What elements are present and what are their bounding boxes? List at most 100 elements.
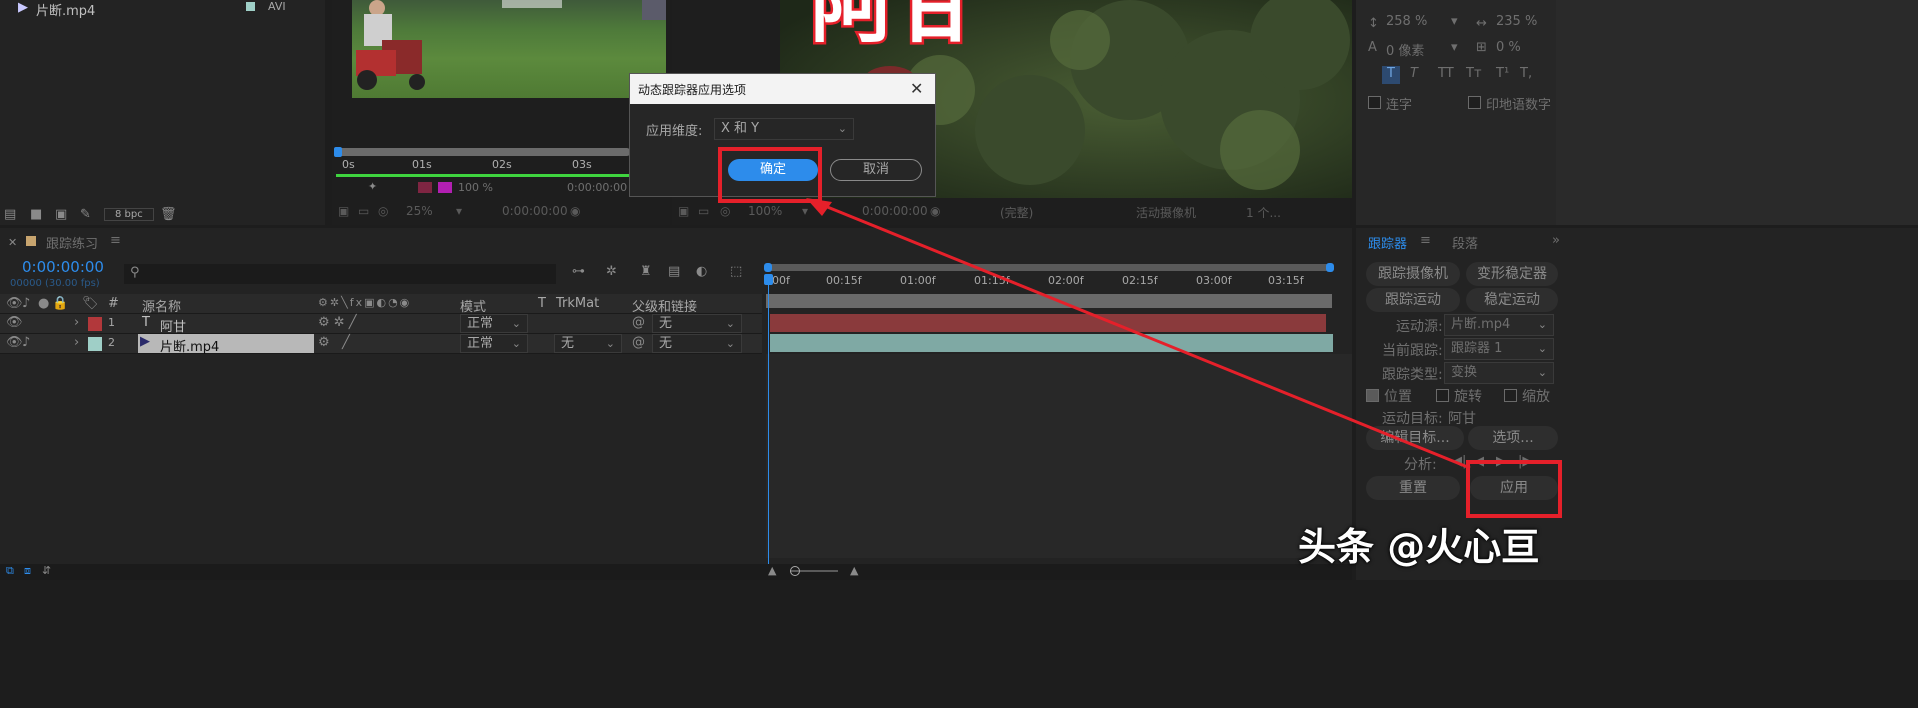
audio-speaker-icon[interactable]: ♪ [22, 335, 30, 350]
warp-stabilizer-button[interactable]: 变形稳定器 [1466, 262, 1558, 286]
new-composition-icon[interactable]: ▣ [55, 207, 67, 222]
time-navigator[interactable] [766, 264, 1332, 271]
playhead-handle[interactable] [764, 274, 773, 285]
quality-dropdown[interactable]: (完整) [1000, 204, 1033, 221]
layer-name[interactable]: 阿甘 [160, 316, 186, 335]
col-trkmat[interactable]: TrkMat [556, 296, 599, 311]
zoom-out-icon[interactable]: ▲ [768, 564, 776, 577]
left-viewer-timebar[interactable] [336, 148, 630, 156]
layer-row[interactable]: 👁 ♪ › 2 ▶ 片断.mp4 ⚙ ╱ 正常 ⌄ 无 ⌄ @ 无 ⌄ [0, 334, 762, 355]
work-area[interactable] [766, 294, 1332, 308]
parent-select[interactable]: 无 ⌄ [652, 334, 742, 353]
composition-flowchart-icon[interactable]: ⊶ [572, 264, 585, 279]
interpret-footage-icon[interactable]: ▤ [4, 207, 16, 222]
run-icon[interactable]: ✦ [368, 180, 377, 193]
close-icon[interactable]: ✕ [910, 79, 923, 98]
layer-search-input[interactable]: ⚲ [124, 264, 556, 284]
col-parent[interactable]: 父级和链接 [632, 296, 697, 315]
camera-icon[interactable]: ◉ [570, 204, 580, 218]
viewer-timecode[interactable]: 0:00:00:00 [502, 204, 568, 218]
current-timecode[interactable]: 0:00:00:00 [22, 258, 104, 276]
new-folder-icon[interactable]: ■ [30, 207, 42, 222]
style-btn-italic[interactable]: T [1410, 66, 1418, 81]
pickwhip-icon[interactable]: @ [632, 315, 645, 330]
rotation-checkbox[interactable] [1436, 389, 1449, 402]
navigator-end-handle[interactable] [1326, 263, 1334, 272]
mode-select[interactable]: 正常 ⌄ [460, 334, 528, 353]
track-layer-2[interactable] [770, 334, 1333, 352]
expand-chevron-icon[interactable]: › [74, 315, 79, 330]
parent-select[interactable]: 无 ⌄ [652, 314, 742, 333]
reset-button[interactable]: 重置 [1366, 476, 1460, 500]
dimension-select[interactable]: X 和 Y ⌄ [714, 118, 854, 140]
views-dropdown[interactable]: 1 个... [1246, 204, 1281, 221]
mask-icon-r[interactable]: ◎ [720, 204, 730, 218]
track-camera-button[interactable]: 跟踪摄像机 [1366, 262, 1460, 286]
monitor-icon-r[interactable]: ▭ [698, 204, 709, 218]
position-checkbox[interactable] [1366, 389, 1379, 402]
scale-checkbox[interactable] [1504, 389, 1517, 402]
snapshot-icon[interactable]: ▣ [338, 204, 349, 218]
bpc-label[interactable]: 8 bpc [104, 208, 154, 221]
zoom-in-icon[interactable]: ▲ [850, 564, 858, 577]
style-btn-sub[interactable]: T, [1520, 66, 1532, 81]
transfer-controls-icon[interactable]: ⧈ [24, 564, 31, 578]
current-track-select[interactable]: 跟踪器 1 ⌄ [1444, 338, 1554, 360]
style-btn-smallcaps[interactable]: Tт [1466, 66, 1482, 81]
frame-blending-icon[interactable]: ▤ [668, 264, 680, 279]
layer-name-field[interactable]: ▶ 片断.mp4 [138, 334, 314, 355]
pickwhip-icon[interactable]: @ [632, 335, 645, 350]
trkmat-select[interactable]: 无 ⌄ [554, 334, 622, 353]
tracking-value[interactable]: 235 % [1496, 14, 1537, 29]
timeline-tab[interactable]: 跟踪练习 [46, 233, 98, 252]
col-source-name[interactable]: 源名称 [142, 296, 181, 315]
hindi-checkbox[interactable] [1468, 96, 1481, 109]
expand-chevron-icon[interactable]: › [74, 335, 79, 350]
tab-paragraph[interactable]: 段落 [1452, 233, 1478, 252]
mode-select[interactable]: 正常 ⌄ [460, 314, 528, 333]
visibility-eye-icon[interactable]: 👁 [6, 335, 23, 350]
tab-tracker[interactable]: 跟踪器 [1368, 233, 1407, 252]
layer-row[interactable]: 👁 › 1 T 阿甘 ⚙ ✲ ╱ 正常 ⌄ @ 无 ⌄ [0, 314, 762, 335]
draft-3d-icon[interactable]: ✲ [606, 264, 617, 279]
layer-label-color[interactable] [88, 317, 102, 331]
ligature-checkbox[interactable] [1368, 96, 1381, 109]
left-playhead[interactable] [334, 147, 342, 157]
comp-zoom-dropdown[interactable]: 100% [748, 204, 782, 218]
trash-icon[interactable]: 🗑 [160, 207, 177, 222]
navigator-start-handle[interactable] [764, 263, 772, 272]
track-motion-button[interactable]: 跟踪运动 [1366, 288, 1460, 312]
style-btn-bold[interactable]: T [1382, 66, 1400, 84]
col-mode[interactable]: 模式 [460, 296, 486, 315]
in-out-icon[interactable]: ⇵ [42, 564, 51, 577]
switches-icons[interactable]: ⚙ ✲ ╱ [318, 315, 357, 330]
tsume-value[interactable]: 0 % [1496, 40, 1521, 55]
project-item[interactable]: ▶ 片断.mp4 AVI [18, 0, 318, 19]
analyze-back-icon[interactable]: ◀| [1452, 454, 1466, 469]
track-layer-1[interactable] [770, 314, 1326, 332]
motion-source-select[interactable]: 片断.mp4 ⌄ [1444, 314, 1554, 336]
cancel-button[interactable]: 取消 [830, 159, 922, 181]
comp-timecode[interactable]: 0:00:00:00 [862, 204, 928, 218]
project-settings-icon[interactable]: ✎ [80, 207, 91, 222]
mask-icon[interactable]: ◎ [378, 204, 388, 218]
style-btn-allcaps[interactable]: TT [1438, 66, 1454, 81]
baseline-value[interactable]: 0 像素 [1386, 40, 1424, 59]
tab-menu-icon[interactable]: ≡ [110, 233, 121, 248]
layer-label-color[interactable] [88, 337, 102, 351]
layer-switches-icon[interactable]: ⧉ [6, 564, 14, 578]
stabilize-motion-button[interactable]: 稳定运动 [1466, 288, 1558, 312]
comp-camera-icon[interactable]: ◉ [930, 204, 940, 218]
shy-layers-icon[interactable]: ♜ [640, 264, 652, 279]
zoom-dropdown[interactable]: 25% [406, 204, 433, 218]
motion-blur-icon[interactable]: ◐ [696, 264, 707, 279]
leading-value[interactable]: 258 % [1386, 14, 1427, 29]
options-button[interactable]: 选项... [1468, 426, 1558, 450]
zoom-slider-knob[interactable] [790, 566, 800, 576]
track-type-select[interactable]: 变换 ⌄ [1444, 362, 1554, 384]
camera-dropdown[interactable]: 活动摄像机 [1136, 204, 1196, 221]
snapshot-icon-r[interactable]: ▣ [678, 204, 689, 218]
graph-editor-icon[interactable]: ⬚ [730, 264, 742, 279]
visibility-eye-icon[interactable]: 👁 [6, 315, 23, 330]
monitor-icon[interactable]: ▭ [358, 204, 369, 218]
